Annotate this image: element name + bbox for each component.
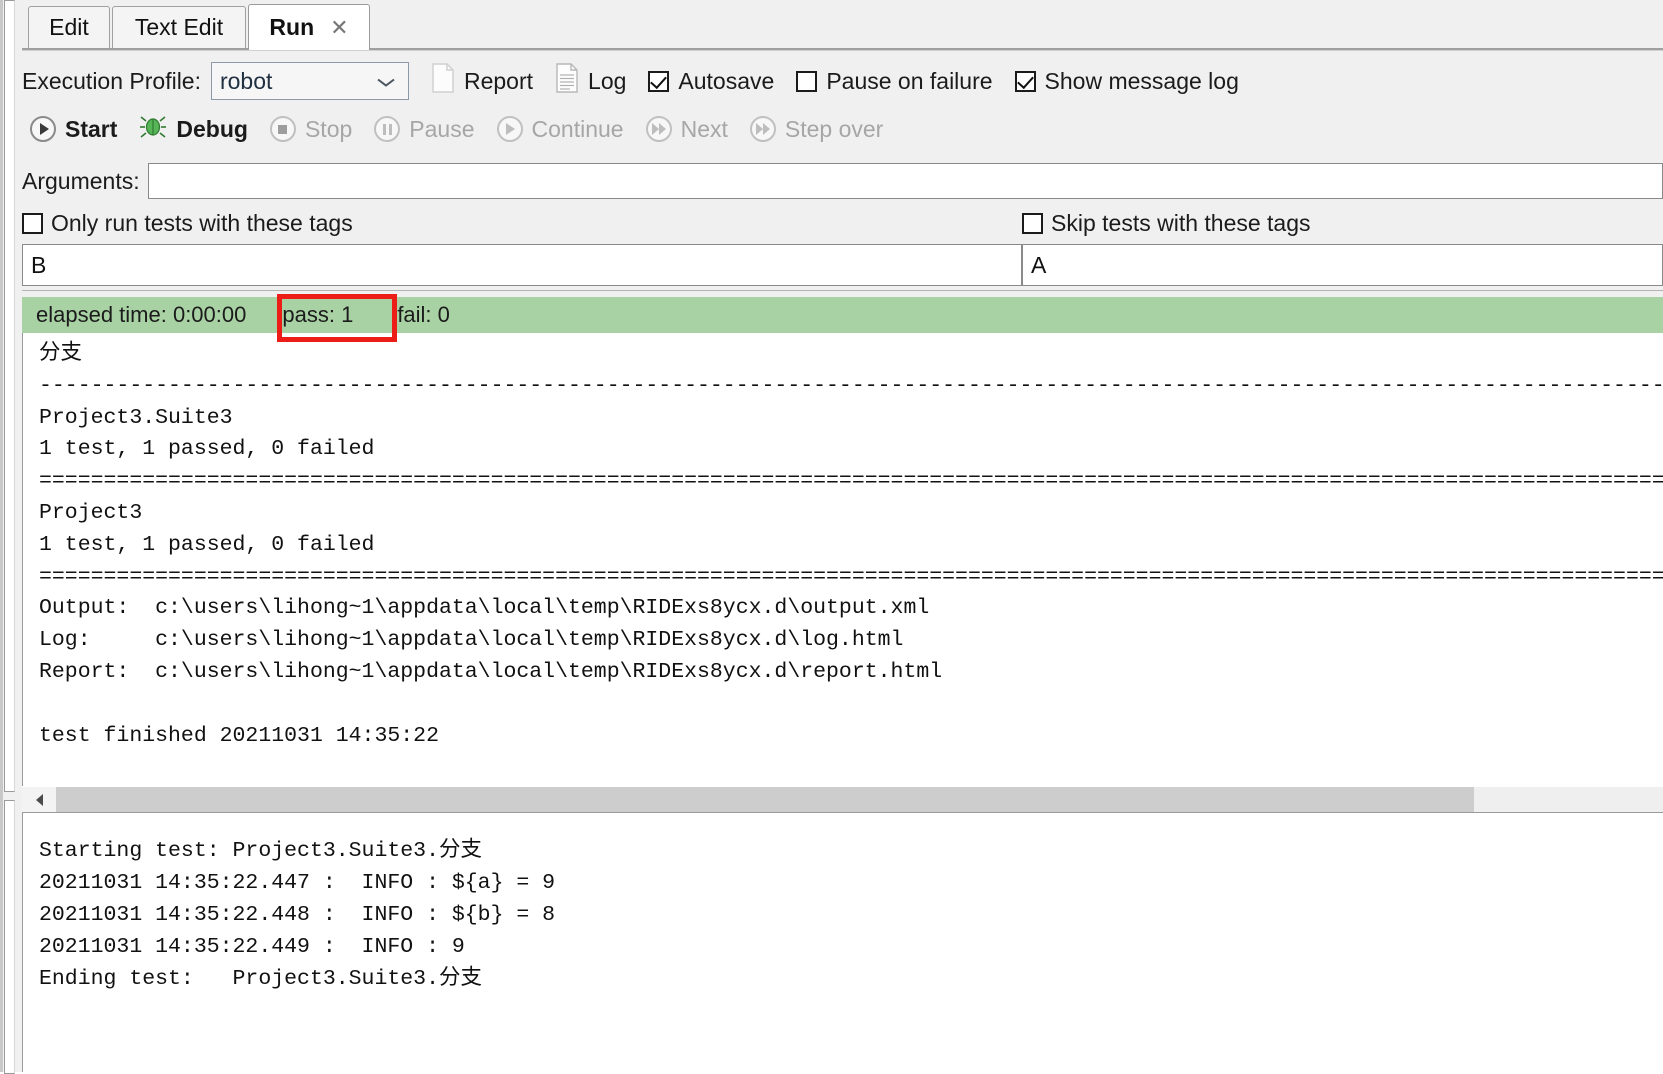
document-icon (431, 63, 455, 99)
console-output-panel[interactable]: 分支 -------------------------------------… (22, 333, 1663, 788)
pause-button: Pause (374, 115, 475, 143)
window-left-edge (0, 0, 3, 1072)
chevron-down-icon (376, 68, 396, 95)
report-label: Report (463, 67, 534, 94)
elapsed-time-text: elapsed time: 0:00:00 (36, 302, 247, 327)
next-button: Next (645, 115, 728, 143)
execution-profile-value: robot (219, 67, 273, 94)
tab-run[interactable]: Run ✕ (248, 4, 370, 50)
checkbox-icon (1014, 70, 1036, 92)
show-message-log-checkbox[interactable]: Show message log (1014, 67, 1239, 95)
splitter-handle-lower[interactable] (4, 800, 15, 1074)
next-icon (645, 116, 672, 142)
pause-label: Pause (409, 115, 475, 142)
tab-edit-label: Edit (49, 14, 89, 40)
start-button[interactable]: Start (30, 116, 117, 143)
pause-icon (374, 116, 401, 142)
step-over-label: Step over (784, 115, 884, 142)
tab-edit[interactable]: Edit (28, 6, 110, 48)
bug-icon (139, 113, 167, 145)
splitter-handle-upper[interactable] (4, 0, 15, 792)
run-toolbar: Execution Profile: robot Report Log Auto… (22, 50, 1663, 161)
skip-tags-input[interactable]: A (1022, 244, 1663, 286)
tab-text-edit[interactable]: Text Edit (112, 6, 246, 48)
left-splitter-rail (0, 0, 22, 1074)
toolbar-row-controls: Start Debug Stop Pause Continue Next Ste… (22, 107, 1663, 151)
console-horizontal-scrollbar[interactable] (22, 786, 1663, 813)
skip-tags-checkbox[interactable]: Skip tests with these tags (1022, 210, 1311, 237)
tag-filter-checkbox-row: Only run tests with these tags Skip test… (22, 204, 1663, 244)
autosave-checkbox[interactable]: Autosave (648, 68, 774, 95)
pass-count-text: pass: 1 (282, 302, 354, 327)
pause-on-failure-checkbox[interactable]: Pause on failure (796, 67, 993, 95)
start-label: Start (65, 115, 118, 142)
stop-button: Stop (269, 115, 353, 143)
arguments-label: Arguments: (22, 167, 140, 194)
tab-text-edit-label: Text Edit (134, 14, 224, 40)
arguments-input[interactable] (147, 163, 1663, 199)
message-log-text: Starting test: Project3.Suite3.分支 202110… (39, 839, 556, 991)
debug-button[interactable]: Debug (139, 113, 248, 145)
pause-on-failure-label: Pause on failure (826, 67, 993, 94)
step-over-button: Step over (749, 115, 884, 143)
close-icon[interactable]: ✕ (330, 15, 348, 41)
continue-button: Continue (496, 115, 624, 143)
checkbox-icon (796, 70, 818, 92)
tag-filter-inputs: B A (22, 244, 1663, 288)
arguments-row: Arguments: (22, 158, 1663, 204)
only-run-tags-label: Only run tests with these tags (51, 210, 353, 236)
execution-profile-label: Execution Profile: (22, 67, 201, 94)
fail-count-text: fail: 0 (397, 302, 450, 327)
log-button[interactable]: Log (555, 63, 626, 99)
only-run-tags-input[interactable]: B (22, 244, 1022, 286)
stop-icon (269, 116, 296, 142)
scroll-left-arrow-icon[interactable] (22, 787, 56, 813)
report-button[interactable]: Report (431, 63, 533, 99)
console-output-text: 分支 -------------------------------------… (39, 342, 1663, 748)
toolbar-row-profile: Execution Profile: robot Report Log Auto… (22, 59, 1663, 103)
ride-run-tab-window: Edit Text Edit Run ✕ Execution Profile: … (0, 0, 1663, 1074)
checkbox-icon (22, 213, 43, 234)
checkbox-icon (648, 70, 670, 92)
next-label: Next (680, 115, 728, 142)
autosave-label: Autosave (678, 67, 775, 94)
checkbox-icon (1022, 213, 1043, 234)
tab-run-label: Run (269, 14, 315, 40)
execution-profile-select[interactable]: robot (210, 62, 409, 100)
log-document-icon (555, 63, 579, 99)
scrollbar-thumb[interactable] (56, 787, 1474, 813)
debug-label: Debug (176, 115, 248, 142)
status-bar: elapsed time: 0:00:00 pass: 1 fail: 0 (22, 297, 1663, 333)
stop-label: Stop (304, 115, 353, 142)
tab-bar: Edit Text Edit Run ✕ (22, 0, 1663, 50)
message-log-panel[interactable]: Starting test: Project3.Suite3.分支 202110… (22, 812, 1663, 1072)
show-message-log-label: Show message log (1044, 67, 1239, 94)
step-over-icon (749, 116, 776, 142)
only-run-tags-checkbox[interactable]: Only run tests with these tags (22, 210, 353, 237)
log-label: Log (588, 67, 627, 94)
continue-label: Continue (531, 115, 624, 142)
play-icon (496, 116, 523, 142)
skip-tags-label: Skip tests with these tags (1051, 210, 1311, 236)
play-icon (30, 116, 56, 142)
